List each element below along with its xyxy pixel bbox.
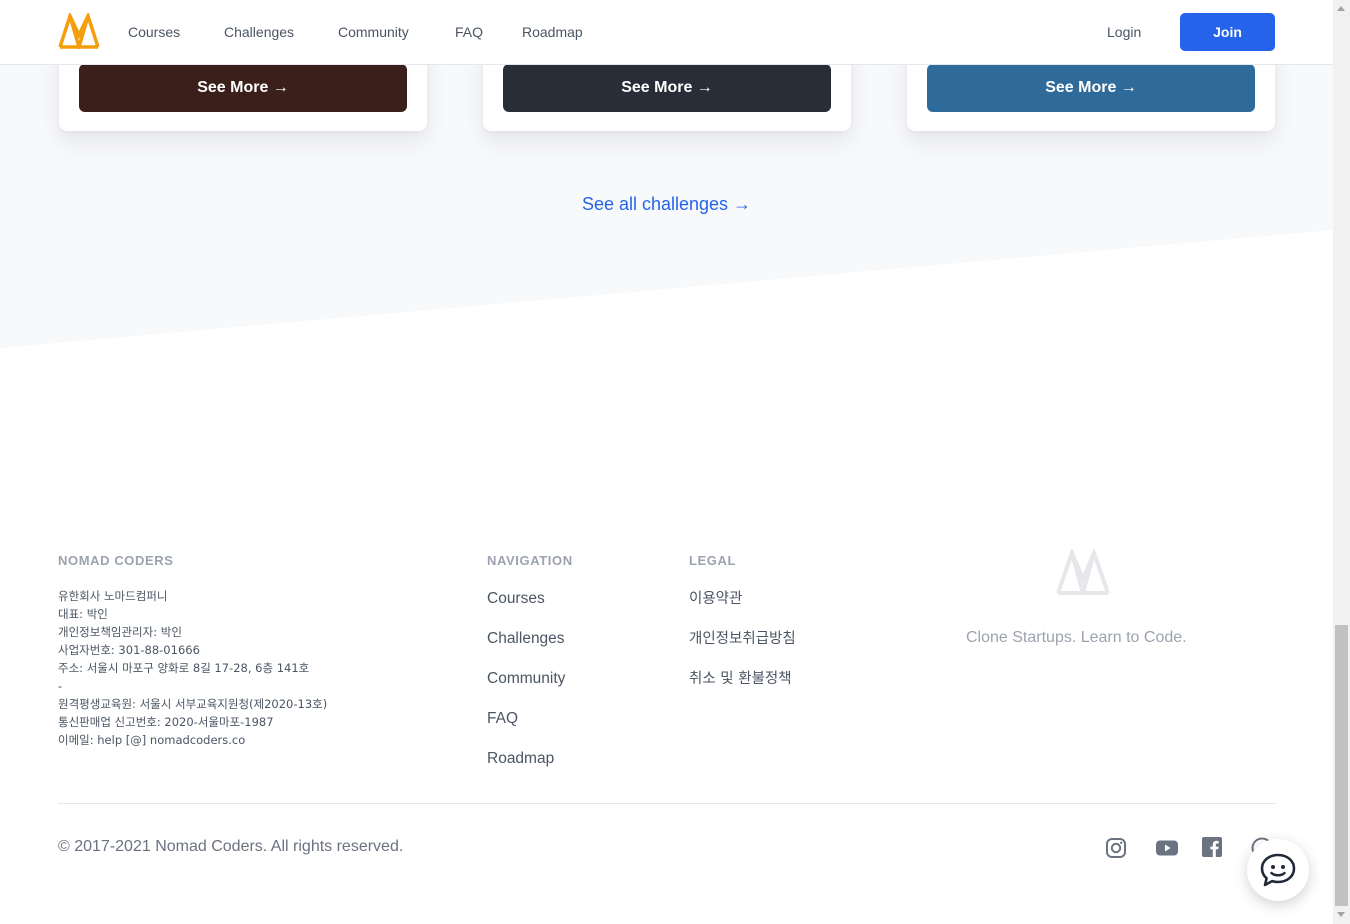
company-info-line: 사업자번호: 301-88-01666 <box>58 643 200 657</box>
nav-faq[interactable]: FAQ <box>455 24 483 40</box>
company-info-line: 통신판매업 신고번호: 2020-서울마포-1987 <box>58 715 274 729</box>
nomad-coders-logo-icon[interactable] <box>58 13 100 49</box>
facebook-icon[interactable] <box>1202 837 1222 857</box>
footer-legal-privacy[interactable]: 개인정보취급방침 <box>689 628 796 668</box>
chat-support-button[interactable] <box>1247 839 1309 901</box>
join-button[interactable]: Join <box>1180 13 1275 51</box>
company-info-line: 대표: 박인 <box>58 607 108 621</box>
company-info-line: 이메일: help [@] nomadcoders.co <box>58 733 246 747</box>
site-header: Courses Challenges Community FAQ Roadmap… <box>0 0 1333 65</box>
see-more-button[interactable]: See More → <box>927 64 1255 112</box>
footer-nav-roadmap[interactable]: Roadmap <box>487 748 565 788</box>
login-link[interactable]: Login <box>1107 24 1141 40</box>
scrollbar-thumb[interactable] <box>1335 625 1348 906</box>
footer-legal-list: 이용약관 개인정보취급방침 취소 및 환불정책 <box>689 588 796 708</box>
company-info-line: 주소: 서울시 마포구 양화로 8길 17-28, 6층 141호 <box>58 661 310 675</box>
company-info-line: - <box>58 679 63 693</box>
footer-navigation-list: Courses Challenges Community FAQ Roadmap <box>487 588 565 788</box>
company-info-line: 개인정보책임관리자: 박인 <box>58 625 182 639</box>
see-all-challenges-link[interactable]: See all challenges → <box>0 194 1333 215</box>
footer-logo-icon <box>1056 549 1110 595</box>
nav-roadmap[interactable]: Roadmap <box>522 24 583 40</box>
see-more-button[interactable]: See More → <box>79 64 407 112</box>
youtube-icon[interactable] <box>1155 837 1179 859</box>
instagram-icon[interactable] <box>1105 837 1127 859</box>
footer-nav-courses[interactable]: Courses <box>487 588 565 628</box>
scroll-up-arrow-icon[interactable] <box>1337 6 1345 11</box>
footer-nav-community[interactable]: Community <box>487 668 565 708</box>
footer-navigation-heading: NAVIGATION <box>487 553 573 568</box>
footer-nav-challenges[interactable]: Challenges <box>487 628 565 668</box>
see-more-button[interactable]: See More → <box>503 64 831 112</box>
footer-nav-faq[interactable]: FAQ <box>487 708 565 748</box>
copyright-text: © 2017-2021 Nomad Coders. All rights res… <box>58 838 404 855</box>
chat-icon <box>1260 853 1296 887</box>
company-info: 유한회사 노마드컴퍼니 대표: 박인 개인정보책임관리자: 박인 사업자번호: … <box>58 587 327 749</box>
company-info-line: 유한회사 노마드컴퍼니 <box>58 589 168 603</box>
footer-legal-terms[interactable]: 이용약관 <box>689 588 796 628</box>
nav-courses[interactable]: Courses <box>128 24 180 40</box>
footer-slogan: Clone Startups. Learn to Code. <box>966 629 1187 646</box>
nav-challenges[interactable]: Challenges <box>224 24 294 40</box>
footer-legal-heading: LEGAL <box>689 553 737 568</box>
company-info-line: 원격평생교육원: 서울시 서부교육지원청(제2020-13호) <box>58 697 328 711</box>
footer-company-heading: NOMAD CODERS <box>58 553 174 568</box>
scroll-down-arrow-icon[interactable] <box>1337 912 1345 917</box>
nav-community[interactable]: Community <box>338 24 409 40</box>
footer-divider <box>58 803 1275 804</box>
footer-legal-refund[interactable]: 취소 및 환불정책 <box>689 668 796 708</box>
